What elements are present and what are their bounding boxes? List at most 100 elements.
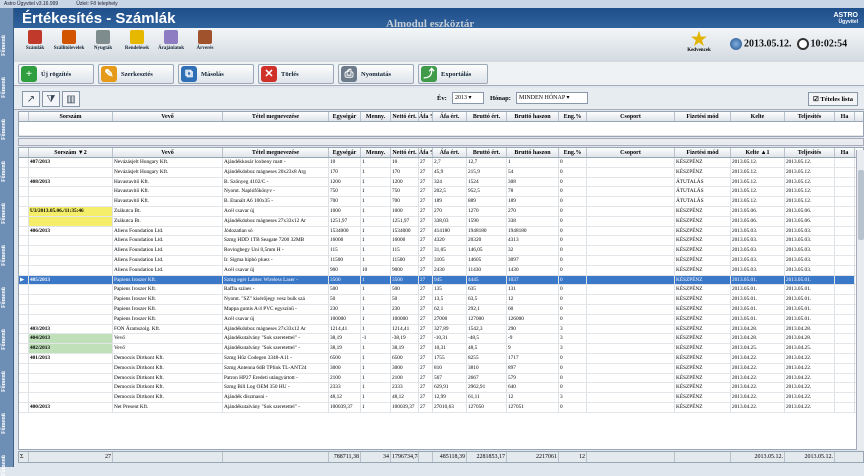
column-header[interactable]: Fizetési mód bbox=[675, 112, 731, 121]
table-row[interactable]: 408/2013 Havastavitő Kft. B. Szőnyeg 4102/… bbox=[19, 177, 863, 188]
table-row[interactable]: Papiens Iroszer Kft. Raffia színes -500 1 5… bbox=[19, 285, 863, 296]
column-header[interactable]: Tétel megnevezése bbox=[223, 148, 329, 157]
column-header[interactable]: Bruttó ért. bbox=[467, 148, 507, 157]
column-header[interactable]: Vevő bbox=[113, 112, 223, 121]
toolbar-button-1[interactable]: + Új rögzítés bbox=[18, 64, 94, 84]
side-tab-fomenu[interactable]: Főmenü bbox=[1, 222, 7, 266]
table-row[interactable]: Nevázásjelt Hungary Kft. Ajándékdoboz mág… bbox=[19, 167, 863, 178]
column-header[interactable]: Ha bbox=[835, 148, 855, 157]
table-row[interactable]: Zsákutca Bt. Ajándékdoboz mágneses 27x33x… bbox=[19, 216, 863, 227]
table-row[interactable]: 400/2013 Net Present Kft. Ajándékutalvány … bbox=[19, 402, 863, 413]
column-header[interactable]: Bruttó haszon bbox=[507, 112, 559, 121]
column-header[interactable]: Kelte bbox=[731, 112, 785, 121]
toolbar-button-3[interactable]: ⧉ Másolás bbox=[178, 64, 254, 84]
table-row[interactable]: Democsis Dirtkont Kft. Szmg Bill Log OEM … bbox=[19, 383, 863, 394]
column-header[interactable]: Sorszám bbox=[29, 112, 113, 121]
tetel-list-checkbox[interactable]: ☑ Tételes lista bbox=[807, 92, 858, 106]
column-header[interactable]: Egységár bbox=[329, 148, 361, 157]
table-row[interactable]: Aliens Foundation Ltd. Rovingbegy Uni 0,5… bbox=[19, 246, 863, 256]
table-row[interactable]: 403/2013 FON Áramszolg. Kft. Ajándékdoboz … bbox=[19, 324, 863, 335]
toolbar-button-4[interactable]: ✕ Törlés bbox=[258, 64, 334, 84]
table-cell: 2013.04.22. bbox=[785, 373, 835, 383]
favorites-button[interactable]: ★ Kedvencek bbox=[682, 30, 716, 53]
table-row[interactable]: Aliens Foundation Ltd. Acél csavar új 900 1… bbox=[19, 265, 863, 276]
horizontal-scrollbar[interactable] bbox=[18, 138, 864, 146]
table-cell bbox=[29, 167, 113, 177]
column-header[interactable]: Vevő bbox=[113, 148, 223, 157]
chart-view-icon[interactable]: ↗ bbox=[22, 91, 40, 107]
column-header[interactable]: Ha bbox=[835, 112, 855, 121]
column-header[interactable]: Áfa ért. bbox=[433, 112, 467, 121]
column-header[interactable]: Teljesítés bbox=[785, 148, 835, 157]
table-row[interactable]: Aliens Foundation Ltd. Ir. Sigma hiphó pl… bbox=[19, 255, 863, 266]
column-header[interactable]: Bruttó haszon bbox=[507, 148, 559, 157]
table-row[interactable]: Democsis Dirtkont Kft. Patron HP27 Eredet… bbox=[19, 373, 863, 384]
table-row[interactable]: Havastavitő Kft. B. Etanált A6 100x35 -70… bbox=[19, 197, 863, 207]
table-row[interactable]: 404/2013 Vevő Ajándékutalvány "Sok szerete… bbox=[19, 334, 863, 345]
table-row[interactable]: 407/2013 Nevázásjelt Hungary Kft. Ajándékk… bbox=[19, 158, 863, 168]
toolbar-button-6[interactable]: ⤴ Exportálás bbox=[418, 64, 488, 84]
column-header[interactable]: Kelte ▲1 bbox=[731, 148, 785, 157]
column-header[interactable]: Eng.% bbox=[559, 112, 587, 121]
table-row[interactable]: 402/2013 Vevő Ajándékutalvány "Sok szerete… bbox=[19, 344, 863, 354]
column-header[interactable]: Teljesítés bbox=[785, 112, 835, 121]
column-header[interactable]: Tétel megnevezése bbox=[223, 112, 329, 121]
table-row[interactable]: Aliens Foundation Ltd. Szmg HDD 1TB Seaga… bbox=[19, 236, 863, 247]
column-header[interactable]: Nettó ért. bbox=[391, 112, 419, 121]
menu-item-árajánlatok[interactable]: Árajánlatok bbox=[154, 30, 188, 51]
table-cell: 0 bbox=[559, 236, 587, 246]
menu-item-rendelések[interactable]: Rendelések bbox=[120, 30, 154, 51]
table-row[interactable]: ▶ 405/2013 Papiens Iroszer Kft. Szmg egér L… bbox=[19, 275, 863, 286]
table-row[interactable]: Democsis Dirtkont Kft. Ajándék díszmasni … bbox=[19, 393, 863, 403]
table-cell: 4320 bbox=[433, 236, 467, 246]
menu-item-árverés[interactable]: Árverés bbox=[188, 30, 222, 51]
table-row[interactable]: Havastavitő Kft. Nyomt. Naplófőkönyv -750… bbox=[19, 187, 863, 198]
column-header[interactable]: Áfa % bbox=[419, 148, 433, 157]
side-tab-fomenu[interactable]: Főmenü bbox=[1, 348, 7, 392]
table-cell: 1 bbox=[361, 158, 391, 167]
column-header[interactable]: Eng.% bbox=[559, 148, 587, 157]
side-tab-fomenu[interactable]: Főmenü bbox=[1, 432, 7, 476]
vertical-scrollbar[interactable] bbox=[856, 150, 864, 450]
table-cell bbox=[587, 285, 675, 295]
table-row[interactable]: Papiens Iroszer Kft. Nyomt. "SZ" kisérője… bbox=[19, 295, 863, 305]
column-header[interactable]: Fizetési mód bbox=[675, 148, 731, 157]
column-header[interactable]: Sorszám ▼2 bbox=[29, 148, 113, 157]
search-row[interactable] bbox=[19, 122, 863, 136]
side-tab-fomenu[interactable]: Főmenü bbox=[1, 180, 7, 224]
menu-item-számlák[interactable]: Számlák bbox=[18, 30, 52, 51]
side-tab-fomenu[interactable]: Főmenü bbox=[1, 138, 7, 182]
table-row[interactable]: Papiens Iroszer Kft. Acél csavar új 100000… bbox=[19, 314, 863, 325]
side-tab-fomenu[interactable]: Főmenü bbox=[1, 264, 7, 308]
stats-view-icon[interactable]: ▥ bbox=[62, 91, 80, 107]
side-tab-fomenu[interactable]: Főmenü bbox=[1, 12, 7, 56]
column-header[interactable]: Menny. bbox=[361, 112, 391, 121]
month-select[interactable]: MINDEN HÓNAP ▾ bbox=[516, 92, 588, 104]
menu-item-szállítólevelek[interactable]: Szállítólevelek bbox=[52, 30, 86, 51]
table-cell: 0 bbox=[559, 255, 587, 265]
column-header[interactable]: Menny. bbox=[361, 148, 391, 157]
toolbar-button-5[interactable]: ⎙ Nyomtatás bbox=[338, 64, 414, 84]
column-header[interactable]: Áfa % bbox=[419, 112, 433, 121]
side-tab-fomenu[interactable]: Főmenü bbox=[1, 390, 7, 434]
table-row[interactable]: 401/2013 Democsis Dirtkont Kft. Szmg Hűz C… bbox=[19, 353, 863, 364]
side-tab-fomenu[interactable]: Főmenü bbox=[1, 54, 7, 98]
toolbar-button-2[interactable]: ✎ Szerkesztés bbox=[98, 64, 174, 84]
side-tab-fomenu[interactable]: Főmenü bbox=[1, 306, 7, 350]
table-row[interactable]: 406/2013 Aliens Foundation Ltd. Jódozatlan… bbox=[19, 226, 863, 237]
table-row[interactable]: Democsis Dirtkont Kft. Szmg Antenna 6dB T… bbox=[19, 363, 863, 374]
column-header[interactable]: Bruttó ért. bbox=[467, 112, 507, 121]
menu-item-nyugták[interactable]: Nyugták bbox=[86, 30, 120, 51]
column-header[interactable]: Áfa ért. bbox=[433, 148, 467, 157]
column-header[interactable]: Csoport bbox=[587, 148, 675, 157]
year-select[interactable]: 2013 ▾ bbox=[452, 92, 484, 104]
table-row[interactable]: U3/2013.05.06./11:35:46 Zsákutca Bt. Acél … bbox=[19, 206, 863, 217]
column-header[interactable]: Csoport bbox=[587, 112, 675, 121]
scrollbar-thumb[interactable] bbox=[858, 170, 864, 240]
table-row[interactable]: Papiens Iroszer Kft. Mappa gumis A/4 PVC … bbox=[19, 304, 863, 315]
side-tab-fomenu[interactable]: Főmenü bbox=[1, 96, 7, 140]
table-cell: 27 bbox=[419, 285, 433, 295]
filter-view-icon[interactable]: ⧩ bbox=[42, 91, 60, 107]
column-header[interactable]: Nettó ért. bbox=[391, 148, 419, 157]
column-header[interactable]: Egységár bbox=[329, 112, 361, 121]
